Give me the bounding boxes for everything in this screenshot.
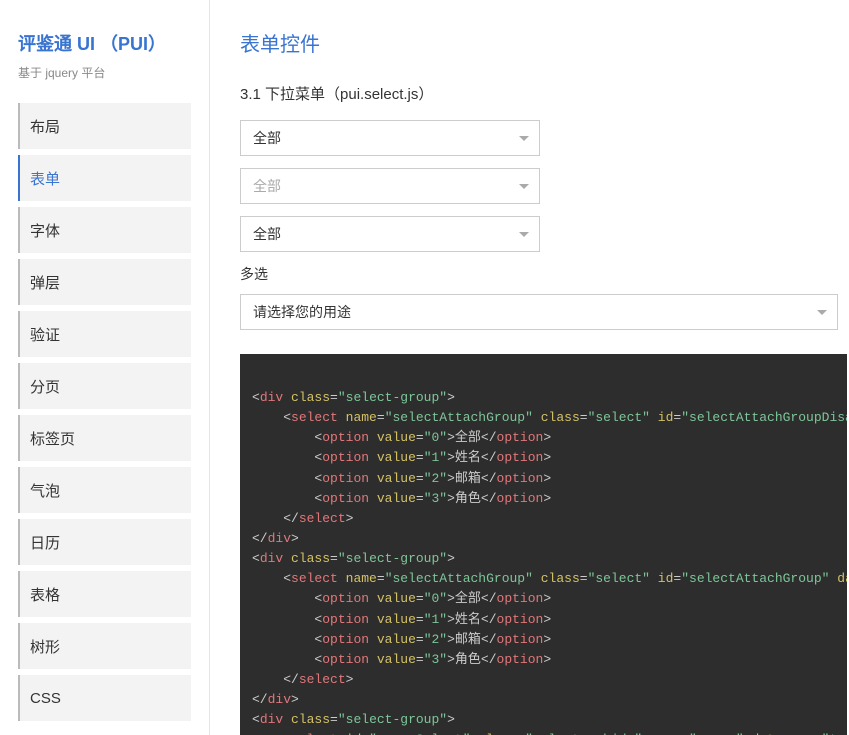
nav-item[interactable]: 日历 xyxy=(18,519,191,565)
code-example: <div class="select-group"> <select name=… xyxy=(240,354,847,735)
multi-select-placeholder: 请选择您的用途 xyxy=(253,302,351,322)
nav-item[interactable]: CSS xyxy=(18,675,191,721)
nav-item[interactable]: 树形 xyxy=(18,623,191,669)
brand-subtitle: 基于 jquery 平台 xyxy=(18,64,191,81)
chevron-down-icon xyxy=(817,310,827,315)
multi-select-heading: 多选 xyxy=(240,264,849,284)
section-title: 3.1 下拉菜单（pui.select.js） xyxy=(240,83,849,104)
chevron-down-icon xyxy=(519,232,529,237)
chevron-down-icon xyxy=(519,136,529,141)
select-3-label: 全部 xyxy=(253,224,281,244)
chevron-down-icon xyxy=(519,184,529,189)
brand-title: 评鉴通 UI （PUI） xyxy=(18,30,191,56)
app-layout: 评鉴通 UI （PUI） 基于 jquery 平台 布局表单字体弹层验证分页标签… xyxy=(0,0,849,735)
select-3[interactable]: 全部 xyxy=(240,216,540,252)
multi-select[interactable]: 请选择您的用途 xyxy=(240,294,838,330)
nav-item[interactable]: 表单 xyxy=(18,155,191,201)
nav: 布局表单字体弹层验证分页标签页气泡日历表格树形 CSS xyxy=(18,103,191,721)
nav-item[interactable]: 字体 xyxy=(18,207,191,253)
nav-item[interactable]: 表格 xyxy=(18,571,191,617)
nav-item[interactable]: 验证 xyxy=(18,311,191,357)
select-2-disabled[interactable]: 全部 xyxy=(240,168,540,204)
nav-item[interactable]: 气泡 xyxy=(18,467,191,513)
nav-item[interactable]: 标签页 xyxy=(18,415,191,461)
nav-item[interactable]: 布局 xyxy=(18,103,191,149)
select-2-label: 全部 xyxy=(253,176,281,196)
nav-item[interactable]: 弹层 xyxy=(18,259,191,305)
select-1-label: 全部 xyxy=(253,128,281,148)
sidebar: 评鉴通 UI （PUI） 基于 jquery 平台 布局表单字体弹层验证分页标签… xyxy=(0,0,210,735)
select-1[interactable]: 全部 xyxy=(240,120,540,156)
page-title: 表单控件 xyxy=(240,28,849,57)
main-content: 表单控件 3.1 下拉菜单（pui.select.js） 全部 全部 全部 多选… xyxy=(210,0,849,735)
nav-item[interactable]: 分页 xyxy=(18,363,191,409)
